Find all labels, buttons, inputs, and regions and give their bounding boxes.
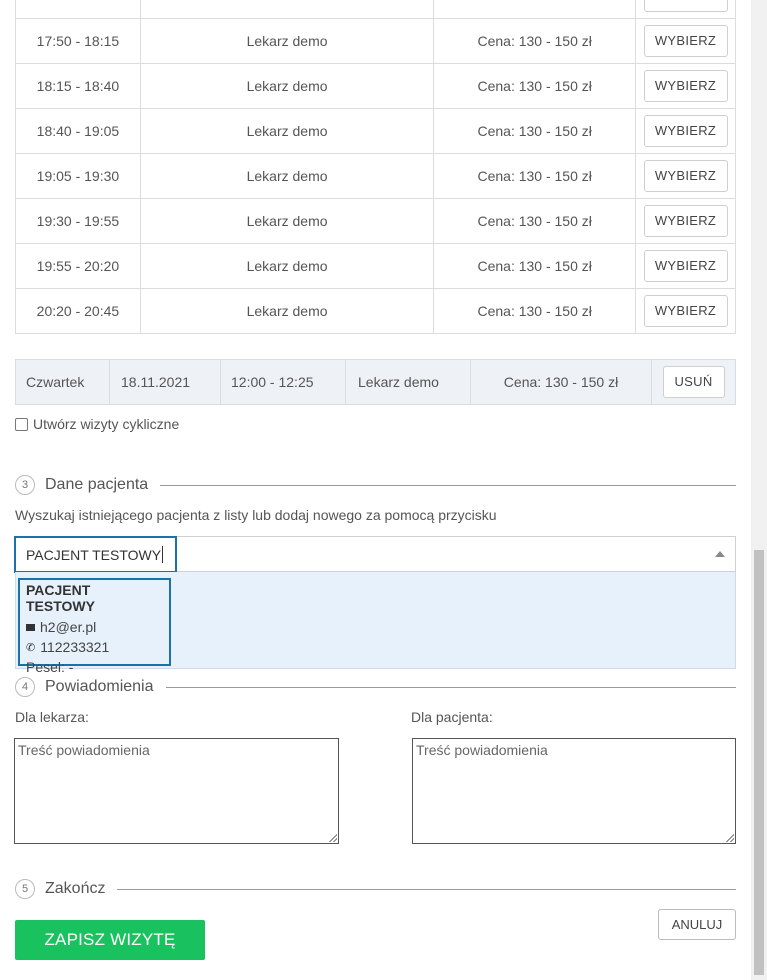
slot-price: Cena: 130 - 150 zł	[433, 198, 637, 244]
patient-result-pesel: Pesel: -	[26, 659, 74, 675]
slots-table: WYBIERZ17:50 - 18:15Lekarz demoCena: 130…	[15, 0, 736, 334]
divider	[160, 484, 736, 486]
slot-time	[15, 0, 141, 19]
slot-price: Cena: 130 - 150 zł	[433, 108, 637, 154]
slot-row: 18:40 - 19:05 Lekarz demo Cena: 130 - 150 …	[15, 108, 736, 154]
slot-time: 19:30 - 19:55	[15, 198, 141, 244]
choose-slot-button[interactable]: WYBIERZ	[643, 70, 728, 102]
slot-price: Cena: 130 - 150 zł	[433, 63, 637, 109]
doctor-notification-textarea[interactable]: Treść powiadomienia	[14, 738, 339, 844]
slot-doctor: Lekarz demo	[139, 198, 435, 244]
text-caret	[162, 546, 164, 563]
scrollbar-thumb[interactable]	[754, 550, 764, 975]
section-patient-header: 3 Dane pacjenta	[15, 475, 736, 495]
patient-notification-textarea[interactable]: Treść powiadomienia	[412, 738, 736, 844]
cyclic-visits-checkbox[interactable]	[15, 417, 28, 431]
slot-row: 19:55 - 20:20 Lekarz demo Cena: 130 - 150 …	[15, 243, 736, 289]
cancel-button[interactable]: ANULUJ	[658, 909, 736, 940]
patient-result-phone-line: ✆ 112233321	[26, 637, 163, 657]
step-number: 3	[15, 475, 35, 495]
slot-row: 20:20 - 20:45 Lekarz demo Cena: 130 - 150 …	[15, 288, 736, 334]
slot-time: 20:20 - 20:45	[15, 288, 141, 334]
doctor-notification-label: Dla lekarza:	[15, 709, 89, 725]
slot-action-cell: WYBIERZ	[635, 63, 736, 109]
step-number: 4	[15, 677, 35, 697]
slot-row: 17:50 - 18:15 Lekarz demo Cena: 130 - 150 …	[15, 18, 736, 64]
cyclic-visits-label: Utwórz wizyty cykliczne	[33, 416, 180, 432]
remove-cell: USUŃ	[652, 360, 735, 404]
doctor-notification-placeholder: Treść powiadomienia	[18, 742, 150, 758]
slot-price: Cena: 130 - 150 zł	[433, 18, 637, 64]
patient-result-email: h2@er.pl	[40, 619, 97, 635]
selected-doctor: Lekarz demo	[346, 360, 471, 404]
patient-result-name: PACJENT TESTOWY	[26, 582, 95, 614]
slot-time: 18:40 - 19:05	[15, 108, 141, 154]
slot-price: Cena: 130 - 150 zł	[433, 153, 637, 199]
slot-doctor	[139, 0, 435, 19]
patient-result-phone: 112233321	[40, 639, 110, 655]
resize-handle[interactable]	[329, 834, 337, 842]
section-finish-header: 5 Zakończ	[15, 879, 736, 899]
envelope-icon	[26, 623, 35, 631]
slot-doctor: Lekarz demo	[139, 18, 435, 64]
slot-action-cell: WYBIERZ	[635, 243, 736, 289]
choose-slot-button[interactable]: WYBIERZ	[643, 0, 728, 12]
patient-result-item[interactable]: PACJENT TESTOWY h2@er.pl ✆ 112233321 Pes…	[18, 578, 171, 675]
choose-slot-button[interactable]: WYBIERZ	[643, 160, 728, 192]
section-notifications-header: 4 Powiadomienia	[15, 677, 736, 697]
slot-price	[433, 0, 637, 19]
choose-slot-button[interactable]: WYBIERZ	[643, 115, 728, 147]
patient-notification-label: Dla pacjenta:	[411, 709, 493, 725]
choose-slot-button[interactable]: WYBIERZ	[643, 205, 728, 237]
slot-row: 18:15 - 18:40 Lekarz demo Cena: 130 - 150 …	[15, 63, 736, 109]
slot-doctor: Lekarz demo	[139, 63, 435, 109]
slot-doctor: Lekarz demo	[139, 288, 435, 334]
slot-time: 17:50 - 18:15	[15, 18, 141, 64]
slot-action-cell: WYBIERZ	[635, 108, 736, 154]
slot-row: 19:05 - 19:30 Lekarz demo Cena: 130 - 150 …	[15, 153, 736, 199]
slot-doctor: Lekarz demo	[139, 108, 435, 154]
slot-action-cell: WYBIERZ	[635, 0, 736, 19]
section-title: Dane pacjenta	[45, 476, 149, 493]
section-title: Zakończ	[45, 880, 106, 897]
slot-time: 19:05 - 19:30	[15, 153, 141, 199]
slot-price: Cena: 130 - 150 zł	[433, 288, 637, 334]
slot-doctor: Lekarz demo	[139, 153, 435, 199]
slot-row: WYBIERZ	[15, 0, 736, 19]
selected-appointment-row: Czwartek 18.11.2021 12:00 - 12:25 Lekarz…	[15, 359, 736, 405]
slot-action-cell: WYBIERZ	[635, 18, 736, 64]
choose-slot-button[interactable]: WYBIERZ	[643, 295, 728, 327]
cyclic-visits-option[interactable]: Utwórz wizyty cykliczne	[15, 416, 179, 432]
slot-action-cell: WYBIERZ	[635, 288, 736, 334]
section-title: Powiadomienia	[45, 678, 154, 695]
resize-handle[interactable]	[726, 834, 734, 842]
slot-row: 19:30 - 19:55 Lekarz demo Cena: 130 - 150 …	[15, 198, 736, 244]
phone-icon: ✆	[26, 641, 36, 654]
patient-search-input[interactable]: PACJENT TESTOWY	[14, 536, 177, 573]
scrollbar[interactable]	[751, 0, 767, 980]
patient-notification-placeholder: Treść powiadomienia	[416, 742, 548, 758]
selected-day: Czwartek	[16, 360, 110, 404]
patient-search-value: PACJENT TESTOWY	[26, 546, 162, 563]
remove-button[interactable]: USUŃ	[662, 366, 725, 398]
selected-price: Cena: 130 - 150 zł	[471, 360, 652, 404]
selected-date: 18.11.2021	[110, 360, 221, 404]
selected-time: 12:00 - 12:25	[221, 360, 346, 404]
divider	[117, 888, 736, 890]
slot-doctor: Lekarz demo	[139, 243, 435, 289]
slot-price: Cena: 130 - 150 zł	[433, 243, 637, 289]
slot-action-cell: WYBIERZ	[635, 198, 736, 244]
choose-slot-button[interactable]: WYBIERZ	[643, 250, 728, 282]
save-appointment-button[interactable]: ZAPISZ WIZYTĘ	[15, 920, 205, 960]
choose-slot-button[interactable]: WYBIERZ	[643, 25, 728, 57]
slot-action-cell: WYBIERZ	[635, 153, 736, 199]
patient-result-email-line: h2@er.pl	[26, 617, 163, 637]
caret-up-icon[interactable]	[715, 551, 725, 557]
patient-hint: Wyszukaj istniejącego pacjenta z listy l…	[15, 507, 497, 523]
divider	[165, 686, 736, 688]
step-number: 5	[15, 879, 35, 899]
slot-time: 19:55 - 20:20	[15, 243, 141, 289]
slot-time: 18:15 - 18:40	[15, 63, 141, 109]
